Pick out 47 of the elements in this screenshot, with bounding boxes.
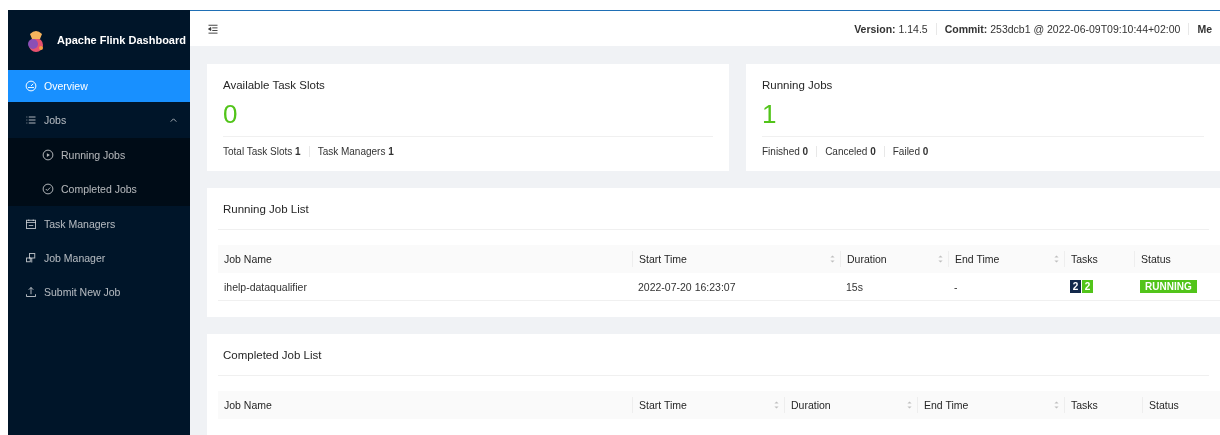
- card-title: Running Job List: [218, 188, 1209, 230]
- header-info: Version: 1.14.5: [853, 22, 929, 35]
- stat-item: Total Task Slots 1: [223, 146, 302, 157]
- sidebar-item[interactable]: Task Managers: [8, 208, 190, 240]
- column-header: Job Name: [223, 252, 273, 267]
- stat-item: Failed 0: [883, 146, 937, 157]
- column-header: Job Name: [223, 398, 273, 413]
- table-cell-text: -: [953, 279, 959, 295]
- stat-item: Task Managers 1: [308, 146, 402, 157]
- upload-icon: [25, 286, 37, 298]
- column-header: Tasks: [1064, 250, 1134, 268]
- table-cell-text: 15s: [845, 279, 864, 295]
- task-count-badge: 2: [1082, 280, 1093, 293]
- column-header: Status: [1142, 396, 1220, 414]
- menu-fold-icon: [207, 22, 219, 35]
- table-cell-text: ihelp-dataqualifier: [223, 279, 308, 295]
- sidebar-subitem[interactable]: Running Jobs: [8, 138, 190, 172]
- stat-item: Finished 0: [762, 146, 810, 157]
- app-title: Apache Flink Dashboard: [57, 34, 186, 46]
- cluster-icon: [25, 252, 37, 264]
- sidebar-item[interactable]: Job Manager: [8, 242, 190, 274]
- stat-value: 0: [223, 91, 713, 137]
- column-header[interactable]: End Time: [917, 396, 1064, 414]
- card-title: Running Jobs: [762, 78, 834, 91]
- task-count-badge: 2: [1070, 280, 1081, 293]
- table-cell-text: 2022-07-20 16:23:07: [637, 279, 737, 295]
- sidebar-subitem[interactable]: Completed Jobs: [8, 172, 190, 206]
- column-header[interactable]: Duration: [784, 396, 917, 414]
- column-header[interactable]: Start Time: [632, 250, 840, 268]
- card-title: Available Task Slots: [223, 78, 326, 91]
- header-info: Me: [1188, 22, 1220, 35]
- column-header: Status: [1134, 250, 1220, 268]
- column-header: Tasks: [1064, 396, 1142, 414]
- stat-item: Canceled 0: [816, 146, 884, 157]
- sidebar-item[interactable]: Submit New Job: [8, 276, 190, 308]
- dashboard-icon: [25, 80, 37, 92]
- sidebar-item[interactable]: Jobs: [8, 104, 190, 136]
- column-header[interactable]: Start Time: [632, 396, 784, 414]
- card-title: Completed Job List: [218, 334, 1209, 376]
- status-tag: RUNNING: [1140, 280, 1197, 293]
- header-info: Commit: 253dcb1 @ 2022-06-09T09:10:44+02:00: [935, 22, 1189, 35]
- stat-value: 1: [762, 91, 1204, 137]
- column-header[interactable]: End Time: [948, 250, 1064, 268]
- check-circle-icon: [42, 183, 54, 195]
- calendar-icon: [25, 218, 37, 230]
- column-header[interactable]: Duration: [840, 250, 948, 268]
- play-circle-icon: [42, 149, 54, 161]
